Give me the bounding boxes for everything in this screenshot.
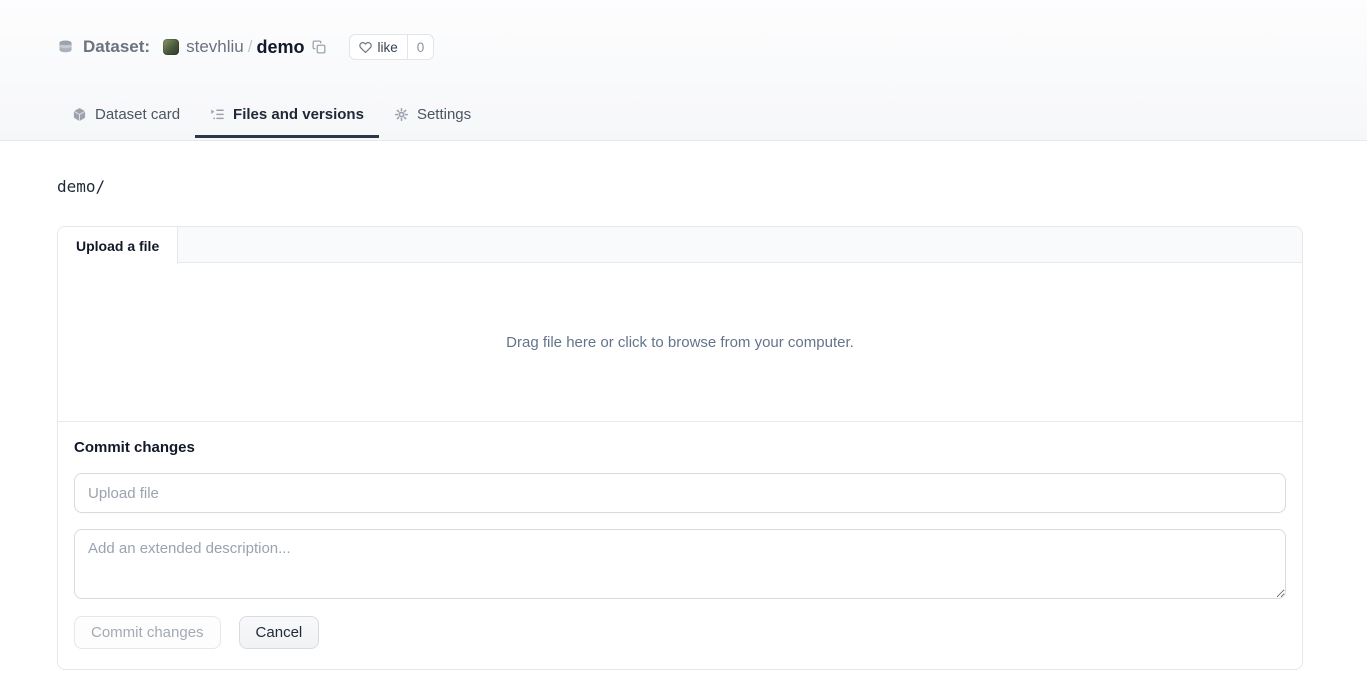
repo-name-link[interactable]: demo <box>256 37 304 58</box>
tab-label: Files and versions <box>233 106 364 123</box>
like-button[interactable]: like <box>350 35 406 59</box>
tab-label: Dataset card <box>95 106 180 123</box>
heart-icon <box>359 41 372 54</box>
tab-label: Settings <box>417 106 471 123</box>
commit-actions: Commit changes Cancel <box>74 616 1286 649</box>
copy-icon[interactable] <box>312 40 326 54</box>
owner-link[interactable]: stevhliu <box>186 37 244 57</box>
file-dropzone[interactable]: Drag file here or click to browse from y… <box>58 263 1302 421</box>
commit-description-textarea[interactable] <box>74 529 1286 599</box>
avatar[interactable] <box>163 39 179 55</box>
main-content: demo/ Upload a file Drag file here or cl… <box>0 177 1367 670</box>
commit-message-input[interactable] <box>74 473 1286 513</box>
tab-settings[interactable]: Settings <box>379 106 486 137</box>
commit-changes-button[interactable]: Commit changes <box>74 616 221 649</box>
repo-type-label: Dataset: <box>83 37 150 57</box>
commit-section: Commit changes Commit changes Cancel <box>58 421 1302 669</box>
like-label: like <box>377 40 397 55</box>
tab-dataset-card[interactable]: Dataset card <box>57 106 195 137</box>
like-count[interactable]: 0 <box>407 35 434 59</box>
tab-upload-a-file[interactable]: Upload a file <box>58 227 178 264</box>
like-widget: like 0 <box>349 34 434 60</box>
repo-title-row: Dataset: stevhliu / demo like 0 <box>57 35 1367 59</box>
list-icon <box>210 107 225 122</box>
path-separator: / <box>248 37 253 57</box>
tab-files-and-versions[interactable]: Files and versions <box>195 106 379 137</box>
database-icon <box>57 39 74 56</box>
breadcrumb[interactable]: demo/ <box>57 177 1367 196</box>
upload-panel: Upload a file Drag file here or click to… <box>57 226 1303 670</box>
repo-tabs: Dataset card Files and versions Settings <box>57 106 1367 137</box>
upload-tab-strip: Upload a file <box>58 227 1302 263</box>
cancel-button[interactable]: Cancel <box>239 616 320 649</box>
dropzone-text: Drag file here or click to browse from y… <box>506 334 854 351</box>
gear-icon <box>394 107 409 122</box>
repo-header: Dataset: stevhliu / demo like 0 <box>0 0 1367 141</box>
commit-section-title: Commit changes <box>74 439 1286 456</box>
box-icon <box>72 107 87 122</box>
